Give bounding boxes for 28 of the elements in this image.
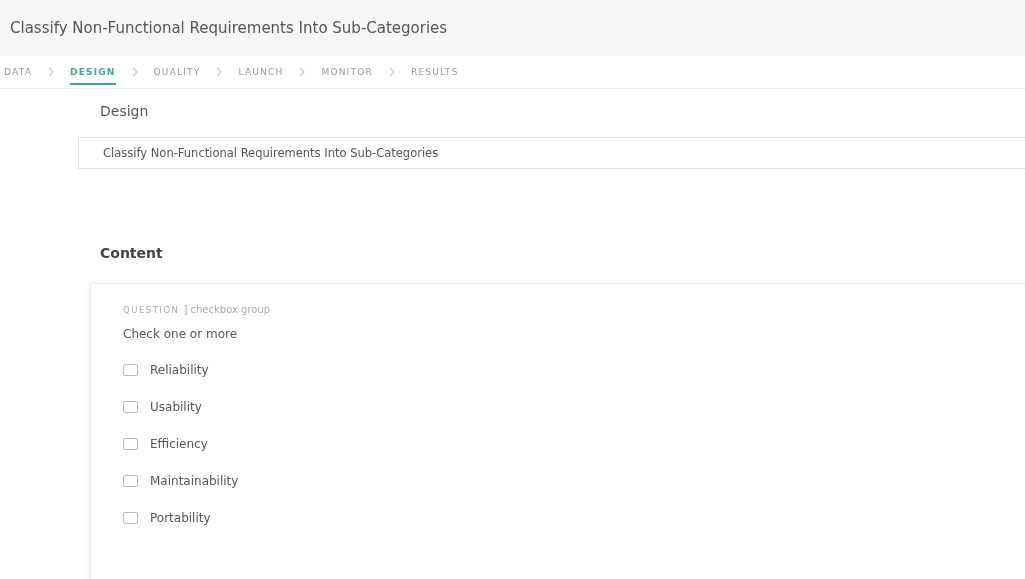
checkbox[interactable] xyxy=(123,363,138,376)
step-tab[interactable]: DATA xyxy=(4,59,32,85)
design-name-field[interactable]: Classify Non-Functional Requirements Into Sub-Categories xyxy=(78,137,1025,169)
chevron-right-icon xyxy=(131,67,138,77)
checkbox[interactable] xyxy=(123,400,138,413)
chevron-right-icon xyxy=(299,67,306,77)
chevron-right-icon xyxy=(388,67,395,77)
checkbox[interactable] xyxy=(123,474,138,487)
design-label: Design xyxy=(100,103,150,119)
step-tab[interactable]: MONITOR xyxy=(321,59,373,85)
question-tag: QUESTION xyxy=(123,305,180,315)
option-label: Maintainability xyxy=(150,473,239,488)
step-tab[interactable]: QUALITY xyxy=(153,59,201,85)
question-type: ] checkbox group xyxy=(183,304,271,315)
step-tab[interactable]: DESIGN xyxy=(70,59,116,85)
option-label: Reliability xyxy=(150,362,209,377)
option-label: Efficiency xyxy=(150,436,208,451)
option-label: Usability xyxy=(150,399,202,414)
step-tab[interactable]: LAUNCH xyxy=(238,59,284,85)
chevron-right-icon xyxy=(48,67,54,77)
checkbox[interactable] xyxy=(123,511,138,524)
step-tab[interactable]: RESULTS xyxy=(410,59,459,85)
chevron-right-icon xyxy=(216,67,223,77)
page-title: Classify Non-Functional Requirements Into Sub-Categories xyxy=(10,19,448,37)
content-heading: Content xyxy=(100,245,164,261)
option-label: Portability xyxy=(150,510,211,525)
checkbox[interactable] xyxy=(123,437,138,450)
question-prompt: Check one or more xyxy=(123,327,239,341)
